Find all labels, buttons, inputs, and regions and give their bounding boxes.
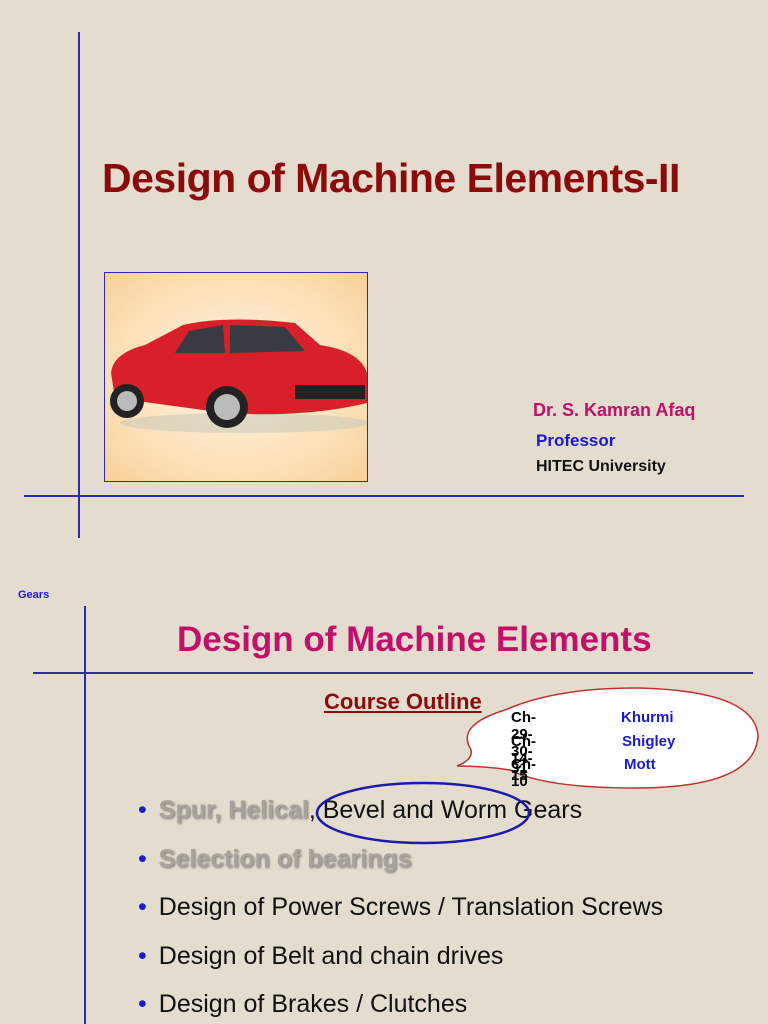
author-name: Dr. S. Kamran Afaq xyxy=(533,400,696,420)
speech-bubble-icon xyxy=(456,687,759,789)
car-image xyxy=(104,272,370,482)
ref-book: Khurmi xyxy=(621,709,674,726)
ref-book: Mott xyxy=(624,756,656,773)
bullet-item: • Selection of bearings xyxy=(138,845,412,873)
bullet-text-dimmed: Spur, Helical xyxy=(158,796,309,824)
ref-book: Shigley xyxy=(622,733,676,750)
vertical-rule xyxy=(78,32,80,538)
car-icon xyxy=(110,319,370,433)
horizontal-rule-2 xyxy=(33,672,753,674)
author-role: Professor xyxy=(536,431,616,450)
highlight-ellipse xyxy=(315,781,531,845)
author-university: HITEC University xyxy=(536,458,666,475)
bullet-text: Design of Brakes / Clutches xyxy=(158,990,468,1018)
bullet-item: • Design of Power Screws / Translation Sc… xyxy=(138,893,664,921)
bullet-text: Design of Belt and chain drives xyxy=(158,942,504,970)
horizontal-rule xyxy=(24,495,744,497)
bullet-text-dimmed: Selection of bearings xyxy=(158,845,412,873)
slide-title: Design of Machine Elements-II xyxy=(102,155,680,201)
bullet-item: • Design of Brakes / Clutches xyxy=(138,990,468,1018)
slide-title-2: Design of Machine Elements xyxy=(177,620,652,659)
bullet-text: Design of Power Screws / Translation Scr… xyxy=(158,893,664,921)
vertical-rule-2 xyxy=(84,606,86,1024)
header-label: Gears xyxy=(18,589,50,601)
bullet-item: • Design of Belt and chain drives xyxy=(138,942,504,970)
